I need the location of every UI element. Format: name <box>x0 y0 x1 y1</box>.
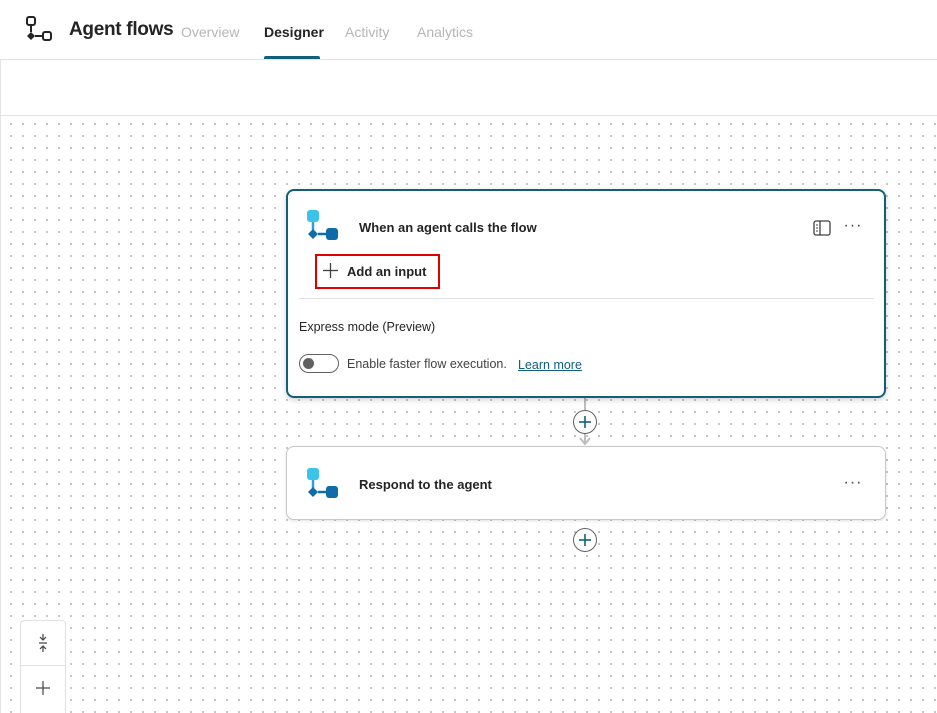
tab-analytics[interactable]: Analytics <box>417 24 473 40</box>
trigger-card[interactable]: When an agent calls the flow ··· Add an … <box>286 189 886 398</box>
add-step-button[interactable] <box>573 410 597 434</box>
fit-view-icon <box>39 634 47 652</box>
header-bar: Agent flows Overview Designer Activity A… <box>0 0 937 60</box>
plus-icon <box>323 262 339 281</box>
express-mode-toggle[interactable] <box>299 354 339 373</box>
tab-overview[interactable]: Overview <box>181 24 239 40</box>
respond-card[interactable]: Respond to the agent ··· <box>286 446 886 520</box>
express-mode-title: Express mode (Preview) <box>299 320 436 334</box>
agent-flow-node-icon <box>307 210 338 240</box>
tab-activity[interactable]: Activity <box>345 24 389 40</box>
flow-icon <box>26 16 52 41</box>
respond-card-title: Respond to the agent <box>359 477 492 492</box>
trigger-card-title: When an agent calls the flow <box>359 220 537 235</box>
more-horizontal-icon[interactable]: ··· <box>841 218 865 239</box>
tab-designer[interactable]: Designer <box>264 24 324 40</box>
add-input-label: Add an input <box>347 264 427 279</box>
command-bar <box>0 60 937 116</box>
toggle-label: Enable faster flow execution. <box>347 357 507 371</box>
add-circle-icon <box>579 416 591 428</box>
add-input-button[interactable]: Add an input <box>315 254 440 289</box>
divider <box>299 298 874 299</box>
toggle-knob <box>303 358 314 369</box>
fit-view-button[interactable] <box>21 621 65 665</box>
add-step-button[interactable] <box>573 528 597 552</box>
add-circle-icon <box>579 534 591 546</box>
agent-flow-node-icon <box>307 468 338 498</box>
zoom-controls <box>20 620 66 713</box>
app-title: Agent flows <box>69 19 174 40</box>
zoom-in-icon <box>36 681 50 695</box>
more-horizontal-icon[interactable]: ··· <box>841 475 865 496</box>
learn-more-link[interactable]: Learn more <box>518 358 582 372</box>
zoom-in-button[interactable] <box>21 666 65 710</box>
active-tab-indicator <box>264 56 320 59</box>
panel-icon[interactable] <box>812 218 832 238</box>
